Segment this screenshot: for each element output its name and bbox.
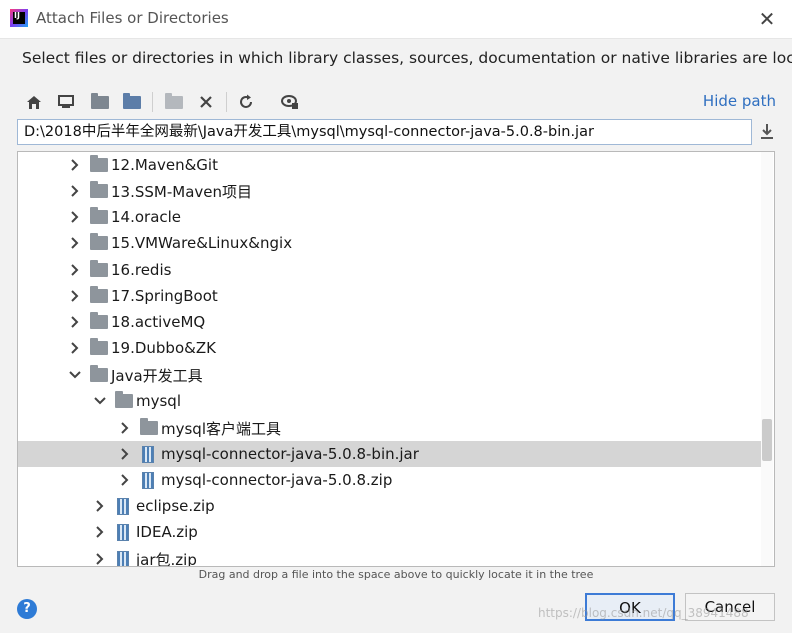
tree-row[interactable]: 17.SpringBoot <box>18 283 762 309</box>
tree-row-label: Java开发工具 <box>111 366 203 385</box>
tree-row[interactable]: mysql <box>18 388 762 414</box>
archive-icon <box>142 471 154 489</box>
tree-row-label: 12.Maven&Git <box>111 156 218 174</box>
folder-icon <box>90 260 108 277</box>
delete-icon[interactable] <box>194 90 218 114</box>
tree-row[interactable]: mysql-connector-java-5.0.8.zip <box>18 467 762 493</box>
tree-row-label: eclipse.zip <box>136 497 215 515</box>
tree-row-label: 15.VMWare&Linux&ngix <box>111 234 293 252</box>
hide-path-link[interactable]: Hide path <box>703 92 776 110</box>
folder-icon <box>90 233 108 250</box>
tree-row[interactable]: 18.activeMQ <box>18 309 762 335</box>
file-tree[interactable]: 12.Maven&Git 13.SSM-Maven项目 14.oracle 15… <box>17 151 775 567</box>
file-chooser-toolbar <box>22 90 312 114</box>
chevron-right-icon[interactable] <box>68 263 82 277</box>
folder-icon <box>90 312 108 329</box>
archive-icon <box>117 497 129 515</box>
tree-row-label: mysql-connector-java-5.0.8.zip <box>161 471 393 489</box>
archive-icon <box>117 523 129 541</box>
tree-row-label: 14.oracle <box>111 208 182 226</box>
chevron-right-icon[interactable] <box>68 341 82 355</box>
chevron-down-icon[interactable] <box>68 368 82 382</box>
archive-icon <box>117 550 129 566</box>
window-title: Attach Files or Directories <box>36 9 229 27</box>
folder-icon <box>90 207 108 224</box>
archive-icon <box>142 445 154 463</box>
module-folder-icon[interactable] <box>120 90 144 114</box>
tree-row[interactable]: IDEA.zip <box>18 519 762 545</box>
chevron-right-icon[interactable] <box>118 473 132 487</box>
chevron-right-icon[interactable] <box>93 499 107 513</box>
desktop-icon[interactable] <box>54 90 78 114</box>
tree-row-label: 19.Dubbo&ZK <box>111 339 216 357</box>
tree-row-label: mysql客户端工具 <box>161 419 281 438</box>
folder-icon <box>90 181 108 198</box>
intellij-app-icon <box>10 9 28 27</box>
tree-row[interactable]: 15.VMWare&Linux&ngix <box>18 230 762 256</box>
help-button[interactable]: ? <box>17 599 37 619</box>
close-icon[interactable]: ✕ <box>756 8 778 30</box>
project-folder-icon[interactable] <box>88 90 112 114</box>
tree-row[interactable]: mysql-connector-java-5.0.8-bin.jar <box>18 441 762 467</box>
tree-row[interactable]: 13.SSM-Maven项目 <box>18 178 762 204</box>
tree-row[interactable]: 16.redis <box>18 257 762 283</box>
folder-icon <box>140 418 158 435</box>
tree-row-label: mysql-connector-java-5.0.8-bin.jar <box>161 445 419 463</box>
tree-row-label: jar包.zip <box>136 550 197 567</box>
home-icon[interactable] <box>22 90 46 114</box>
tree-row[interactable]: 14.oracle <box>18 204 762 230</box>
drag-drop-hint: Drag and drop a file into the space abov… <box>198 568 594 581</box>
tree-row-label: IDEA.zip <box>136 523 198 541</box>
chevron-right-icon[interactable] <box>68 315 82 329</box>
folder-icon <box>115 391 133 408</box>
chevron-down-icon[interactable] <box>93 394 107 408</box>
tree-row-label: 17.SpringBoot <box>111 287 218 305</box>
download-icon[interactable] <box>758 122 776 142</box>
chevron-right-icon[interactable] <box>68 289 82 303</box>
chevron-right-icon[interactable] <box>68 236 82 250</box>
watermark: https://blog.csdn.net/qq_38941488 <box>538 606 749 620</box>
tree-scrollbar-thumb[interactable] <box>762 419 772 461</box>
tree-row[interactable]: Java开发工具 <box>18 362 762 388</box>
folder-icon <box>90 155 108 172</box>
show-hidden-icon[interactable] <box>278 90 302 114</box>
refresh-icon[interactable] <box>234 90 258 114</box>
chevron-right-icon[interactable] <box>68 210 82 224</box>
tree-row[interactable]: 19.Dubbo&ZK <box>18 335 762 361</box>
chevron-right-icon[interactable] <box>93 552 107 566</box>
chevron-right-icon[interactable] <box>68 158 82 172</box>
tree-row-label: mysql <box>136 392 181 410</box>
path-input[interactable]: D:\2018中后半年全网最新\Java开发工具\mysql\mysql-con… <box>17 119 752 145</box>
chevron-right-icon[interactable] <box>118 447 132 461</box>
tree-row[interactable]: mysql客户端工具 <box>18 415 762 441</box>
chevron-right-icon[interactable] <box>93 525 107 539</box>
title-bar: Attach Files or Directories ✕ <box>0 0 792 39</box>
tree-row[interactable]: 12.Maven&Git <box>18 152 762 178</box>
folder-icon <box>90 338 108 355</box>
chevron-right-icon[interactable] <box>68 184 82 198</box>
folder-icon <box>90 286 108 303</box>
new-folder-icon[interactable] <box>162 90 186 114</box>
tree-scrollbar[interactable] <box>761 152 773 566</box>
dialog-description: Select files or directories in which lib… <box>22 49 792 67</box>
tree-row[interactable]: jar包.zip <box>18 546 762 567</box>
folder-icon <box>90 365 108 382</box>
chevron-right-icon[interactable] <box>118 421 132 435</box>
tree-row-label: 18.activeMQ <box>111 313 206 331</box>
tree-row-label: 13.SSM-Maven项目 <box>111 182 252 201</box>
tree-row-label: 16.redis <box>111 261 172 279</box>
tree-row[interactable]: eclipse.zip <box>18 493 762 519</box>
